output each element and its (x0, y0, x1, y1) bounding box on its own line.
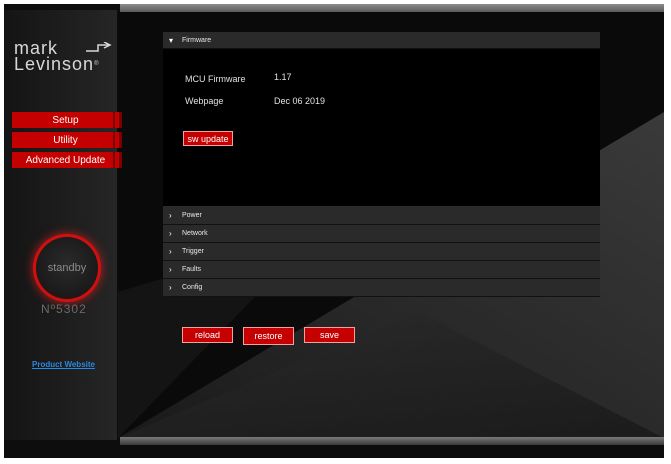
product-website-link[interactable]: Product Website (32, 360, 95, 369)
top-bar (120, 4, 664, 12)
brand-logo: mark Levinson® (14, 39, 118, 74)
mcu-firmware-value: 1.17 (274, 72, 292, 82)
logo-mark-icon (86, 42, 112, 52)
model-number: Nº5302 (41, 302, 87, 316)
save-button[interactable]: save (304, 327, 355, 343)
logo-line2: Levinson® (14, 54, 100, 74)
section-power-label: Power (182, 211, 202, 219)
section-network-label: Network (182, 230, 208, 237)
firmware-panel: MCU Firmware 1.17 Webpage Dec 06 2019 sw… (163, 49, 600, 206)
webpage-label: Webpage (185, 96, 224, 106)
section-faults-label: Faults (182, 266, 202, 273)
bottom-bar (120, 437, 664, 445)
section-faults[interactable]: › Faults (163, 261, 600, 279)
section-network[interactable]: › Network (163, 225, 600, 243)
webpage-value: Dec 06 2019 (274, 96, 326, 106)
nav-advanced-update[interactable]: Advanced Update (12, 152, 122, 168)
nav-setup[interactable]: Setup (12, 112, 122, 128)
section-config[interactable]: › Config (163, 279, 600, 297)
section-config-label: Config (182, 284, 203, 291)
sw-update-button[interactable]: sw update (183, 131, 233, 146)
section-trigger[interactable]: › Trigger (163, 243, 600, 261)
restore-button[interactable]: restore (243, 327, 294, 345)
section-trigger-label: Trigger (182, 248, 204, 255)
standby-button[interactable]: standby (36, 237, 98, 299)
section-firmware: ▾ Firmware (163, 32, 600, 49)
chevron-right-icon: › (169, 283, 172, 292)
chevron-right-icon: › (169, 265, 172, 274)
nav-advanced-update-label: Advanced Update (25, 154, 106, 166)
nav-setup-label: Setup (52, 114, 79, 126)
chevron-right-icon: › (169, 210, 172, 220)
chevron-right-icon: › (169, 229, 172, 238)
bottom-strip (4, 445, 664, 458)
firmware-header[interactable]: ▾ Firmware (163, 32, 600, 49)
reload-button[interactable]: reload (182, 327, 233, 343)
nav-utility[interactable]: Utility (12, 132, 122, 148)
left-panel (4, 10, 117, 440)
nav-utility-label: Utility (53, 134, 78, 146)
mcu-firmware-label: MCU Firmware (185, 74, 246, 84)
chevron-right-icon: › (169, 247, 172, 256)
standby-label: standby (47, 262, 87, 274)
section-power[interactable]: › Power (163, 206, 600, 225)
collapsed-sections: › Power › Network › Trigger › Faults › C… (163, 206, 600, 297)
chevron-down-icon: ▾ (169, 35, 174, 45)
firmware-title: Firmware (182, 36, 212, 44)
